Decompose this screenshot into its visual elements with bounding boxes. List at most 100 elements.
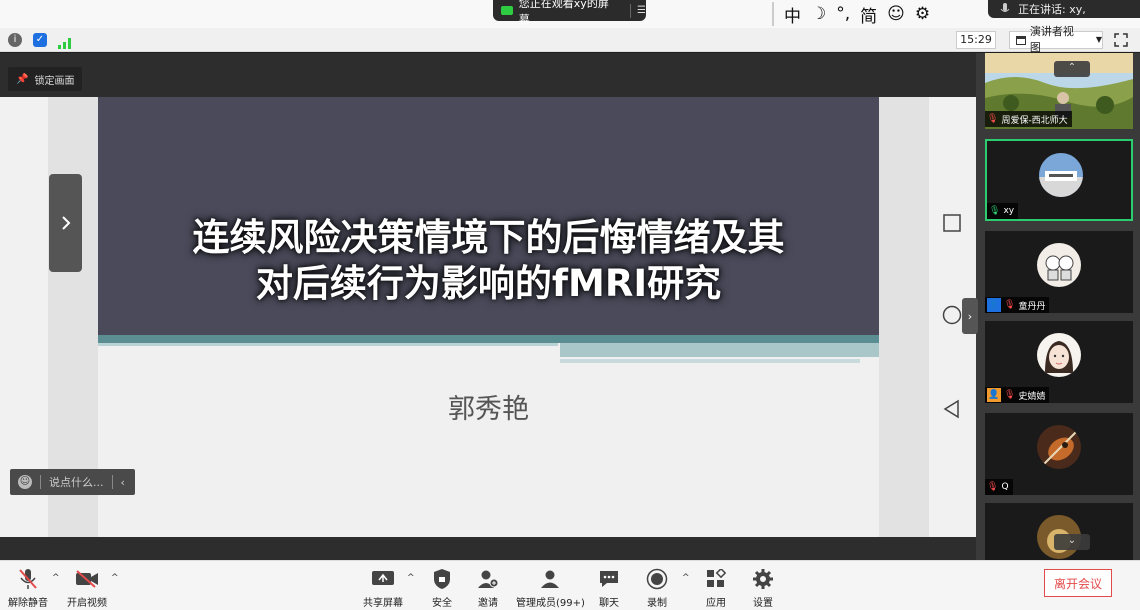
moon-icon[interactable]: ☽ [811, 4, 826, 24]
emoji-icon[interactable]: ☺ [887, 4, 905, 24]
gear-icon [751, 567, 775, 591]
shared-screen-area: 📌 锁定画面 连续风险决策情境下的后悔情绪及其 对后续行为影响的fMRI研究 郭… [0, 53, 976, 560]
participant-name: 史婧婧 [1018, 391, 1046, 402]
ime-punct[interactable]: °, [836, 4, 850, 24]
view-mode-label: 演讲者视图 [1029, 25, 1074, 54]
meeting-clock: 15:29 [956, 31, 996, 49]
participant-tile[interactable]: 🎙 Q [985, 413, 1133, 495]
participant-name: 周爱保-西北师大 [1001, 115, 1068, 126]
invite-label: 邀请 [478, 598, 498, 609]
apps-button[interactable]: 应用 [704, 567, 728, 609]
share-screen-icon [371, 567, 395, 591]
muted-mic-icon: 🎙 [1004, 390, 1016, 400]
settings-label: 设置 [753, 598, 773, 609]
start-video-button[interactable]: 开启视频 [67, 567, 107, 609]
cohost-icon: 👤 [987, 388, 1001, 402]
slide-title: 连续风险决策情境下的后悔情绪及其 对后续行为影响的fMRI研究 [98, 215, 879, 307]
participant-name: 童丹丹 [1018, 301, 1046, 312]
participants-label: 管理成员(99+) [516, 598, 585, 609]
participant-tile[interactable]: 👤 🎙 史婧婧 [985, 321, 1133, 403]
participant-tile[interactable]: ⌃ 🎙 周爱保-西北师大 [985, 53, 1133, 129]
avatar [1037, 243, 1081, 287]
participant-name: Q [1001, 482, 1009, 492]
presentation-slide: 连续风险决策情境下的后悔情绪及其 对后续行为影响的fMRI研究 郭秀艳 [98, 97, 879, 537]
share-screen-button[interactable]: 共享屏幕 [363, 567, 403, 609]
avatar [1037, 333, 1081, 377]
ime-lang[interactable]: 中 [784, 2, 801, 27]
video-icon [501, 6, 513, 15]
ime-script[interactable]: 简 [860, 2, 877, 27]
meeting-toolbar: 解除静音 ^ 开启视频 ^ 共享屏幕 ^ 安全 邀请 管理成员(99+) 聊天 … [0, 560, 1140, 610]
shield-icon[interactable]: ✓ [33, 33, 47, 47]
participant-panel: ⌃ 🎙 周爱保-西北师大 🎙 xy 👤 🎙 童丹丹 👤 🎙 史婧婧 🎙 Q ⌄ [976, 53, 1140, 560]
emoji-icon[interactable]: ☺ [18, 475, 32, 489]
slide-title-line2: 对后续行为影响的fMRI研究 [255, 262, 722, 305]
avatar [1037, 425, 1081, 469]
view-icon [1016, 35, 1026, 45]
meeting-window: 您正在观看xy的屏幕 ☰ 中 ☽ °, 简 ☺ ⚙ 正在讲话: xy, i ✓ … [0, 0, 1140, 610]
chat-button[interactable]: 聊天 [597, 567, 621, 609]
meeting-info-bar: i ✓ 15:29 演讲者视图 ▼ [0, 25, 1140, 54]
unmute-button[interactable]: 解除静音 [8, 567, 48, 609]
speaking-text: 正在讲话: xy, [1018, 3, 1086, 16]
muted-mic-icon: 🎙 [987, 114, 999, 124]
lock-screen-button[interactable]: 📌 锁定画面 [8, 67, 83, 91]
slide-title-line1: 连续风险决策情境下的后悔情绪及其 [192, 216, 785, 259]
unmute-label: 解除静音 [8, 598, 48, 609]
chat-placeholder[interactable]: 说点什么... [49, 474, 104, 490]
previous-page-button[interactable] [49, 174, 82, 272]
quick-chat-box[interactable]: ☺ 说点什么... ‹ [10, 469, 135, 495]
muted-mic-icon [16, 567, 40, 591]
circle-nav-icon[interactable] [942, 305, 962, 325]
security-label: 安全 [432, 598, 452, 609]
view-mode-select[interactable]: 演讲者视图 ▼ [1009, 25, 1103, 54]
ime-toolbar: 中 ☽ °, 简 ☺ ⚙ [772, 2, 930, 27]
lock-screen-label: 锁定画面 [34, 75, 75, 87]
participant-tile[interactable]: 👤 🎙 童丹丹 [985, 231, 1133, 313]
participant-tile[interactable]: 🎙 xy [985, 139, 1133, 221]
settings-button[interactable]: 设置 [751, 567, 775, 609]
info-icon[interactable]: i [8, 33, 22, 47]
chevron-up-icon[interactable]: ^ [52, 573, 60, 583]
watching-indicator[interactable]: 您正在观看xy的屏幕 ☰ [493, 0, 646, 26]
participants-button[interactable]: 管理成员(99+) [516, 567, 585, 609]
slide-author: 郭秀艳 [448, 394, 529, 425]
invite-button[interactable]: 邀请 [476, 567, 500, 609]
participant-tile[interactable]: ⌄ [985, 503, 1133, 560]
leave-meeting-button[interactable]: 离开会议 [1044, 569, 1112, 597]
watching-text: 您正在观看xy的屏幕 [518, 0, 609, 26]
apps-icon [704, 567, 728, 591]
chevron-right-icon [61, 216, 70, 230]
shield-icon [430, 567, 454, 591]
apps-label: 应用 [706, 598, 726, 609]
avatar [1039, 153, 1083, 197]
fullscreen-icon[interactable] [1114, 33, 1128, 47]
pin-icon: 📌 [16, 73, 29, 85]
start-video-label: 开启视频 [67, 598, 107, 609]
square-nav-icon[interactable] [942, 213, 962, 233]
chevron-up-icon[interactable]: ^ [407, 573, 415, 583]
record-label: 录制 [647, 598, 667, 609]
scroll-up-button[interactable]: ⌃ [1054, 61, 1090, 77]
chevron-up-icon[interactable]: ^ [111, 573, 119, 583]
back-nav-icon[interactable] [942, 399, 962, 419]
video-off-icon [75, 567, 99, 591]
share-screen-label: 共享屏幕 [363, 598, 403, 609]
scroll-down-button[interactable]: ⌄ [1054, 534, 1090, 550]
chevron-up-icon[interactable]: ^ [682, 573, 690, 583]
signal-icon[interactable] [58, 34, 72, 53]
chevron-left-icon[interactable]: ‹ [121, 476, 125, 489]
user-icon [538, 567, 562, 591]
mic-icon: 🎙 [989, 206, 1001, 216]
chat-label: 聊天 [599, 598, 619, 609]
add-user-icon [476, 567, 500, 591]
security-button[interactable]: 安全 [430, 567, 454, 609]
gear-icon[interactable]: ⚙ [915, 4, 930, 24]
record-button[interactable]: 录制 [645, 567, 669, 609]
collapse-panel-button[interactable]: › [962, 298, 978, 334]
record-icon [645, 567, 669, 591]
speaking-indicator: 正在讲话: xy, [988, 0, 1140, 18]
muted-mic-icon: 🎙 [987, 482, 999, 492]
menu-icon[interactable]: ☰ [637, 5, 646, 16]
chevron-right-icon: › [967, 309, 973, 323]
